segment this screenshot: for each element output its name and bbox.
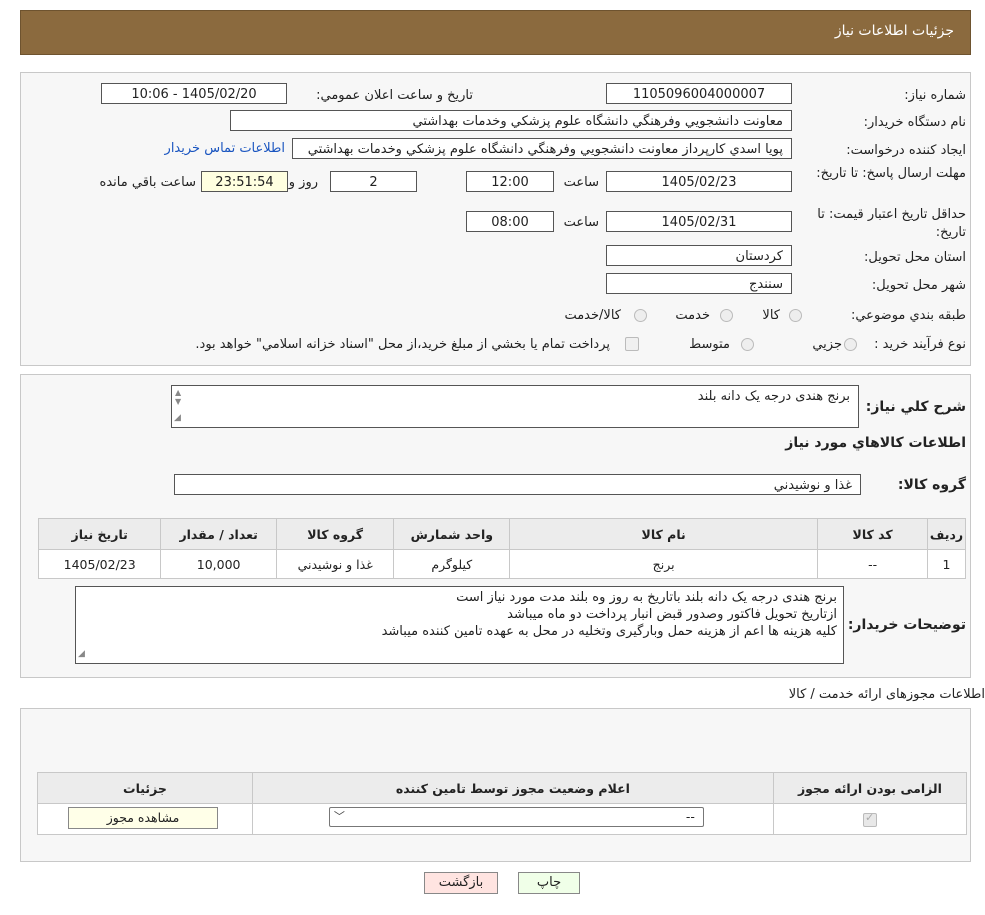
deadline-label: مهلت ارسال پاسخ: تا تاريخ: <box>816 166 966 181</box>
col-name: نام كالا <box>509 518 819 550</box>
province-label: استان محل تحويل: <box>864 250 966 265</box>
need-number-field: 1105096004000007 <box>606 83 792 104</box>
process-label: نوع فرآيند خريد : <box>874 337 966 352</box>
days-field: 2 <box>330 171 417 192</box>
buyer-notes-label: توضيحات خريدار: <box>847 617 966 633</box>
chevron-down-icon: ﹀ <box>333 810 345 823</box>
validity-time-field: 08:00 <box>466 211 554 232</box>
validity-date-field: 1405/02/31 <box>606 211 792 232</box>
col-permit-details: جزئیات <box>37 772 253 804</box>
check-icon: ✓ <box>864 810 875 824</box>
cell-code: -- <box>817 549 929 579</box>
cell-quantity: 10,000 <box>160 549 277 579</box>
goods-section-title: اطلاعات كالاهاي مورد نياز <box>785 435 966 451</box>
creator-field: پويا اسدي كارپرداز معاونت دانشجويي وفرهن… <box>292 138 792 159</box>
creator-label: ايجاد كننده درخواست: <box>846 143 966 158</box>
city-field: سنندج <box>606 273 792 294</box>
category-radio-goods[interactable] <box>789 309 802 322</box>
table-row: 1 -- برنج كيلوگرم غذا و نوشيدني 10,000 1… <box>37 549 966 579</box>
goods-group-label: گروه كالا: <box>897 477 966 493</box>
deadline-time-field: 12:00 <box>466 171 554 192</box>
city-label: شهر محل تحويل: <box>871 278 966 293</box>
scroll-arrows-icon[interactable]: ▲ ▼ <box>175 388 181 406</box>
category-label: طبقه بندي موضوعي: <box>850 308 966 323</box>
view-permit-button[interactable]: مشاهده مجوز <box>68 807 218 829</box>
back-button[interactable]: بازگشت <box>424 872 498 894</box>
days-label: روز و <box>288 175 318 190</box>
buyer-label: نام دستگاه خريدار: <box>863 115 966 130</box>
buyer-contact-link[interactable]: اطلاعات تماس خريدار <box>165 141 285 156</box>
cell-group: غذا و نوشيدني <box>275 549 395 579</box>
col-row: رديف <box>927 518 966 550</box>
remaining-time-field: 23:51:54 <box>201 171 288 192</box>
goods-group-field: غذا و نوشيدني <box>174 474 861 495</box>
permit-status-select[interactable]: -- ﹀ <box>328 807 704 827</box>
permits-table-header: الزامی بودن ارائه مجوز اعلام وضعیت مجوز … <box>37 772 968 804</box>
table-row: ✓ -- ﹀ مشاهده مجوز <box>37 803 968 835</box>
treasury-checkbox[interactable] <box>625 337 639 351</box>
process-option-minor: جزيي <box>812 337 842 352</box>
process-radio-minor[interactable] <box>844 338 857 351</box>
goods-table-header: رديف كد كالا نام كالا واحد شمارش گروه كا… <box>37 518 966 550</box>
category-radio-goods-service[interactable] <box>634 309 647 322</box>
province-field: كردستان <box>606 245 792 266</box>
need-number-label: شماره نياز: <box>904 88 966 103</box>
buyer-notes-textarea[interactable]: برنج هندی درجه یک دانه بلند باتاریخ به ر… <box>75 586 844 664</box>
col-date: تاريخ نياز <box>37 518 162 550</box>
page-header: جزئيات اطلاعات نياز <box>20 10 971 55</box>
category-option-service: خدمت <box>675 308 710 323</box>
cell-permit-required: ✓ <box>772 803 968 835</box>
deadline-date-field: 1405/02/23 <box>606 171 792 192</box>
deadline-time-label: ساعت <box>563 175 599 190</box>
permits-table: الزامی بودن ارائه مجوز اعلام وضعیت مجوز … <box>37 772 968 835</box>
permits-title: اطلاعات مجوزهای ارائه خدمت / کالا <box>788 687 985 702</box>
category-radio-service[interactable] <box>720 309 733 322</box>
col-permit-required: الزامی بودن ارائه مجوز <box>772 772 968 804</box>
remaining-label: ساعت باقي مانده <box>99 175 196 190</box>
page-title: جزئيات اطلاعات نياز <box>834 23 954 39</box>
announce-label: تاريخ و ساعت اعلان عمومي: <box>316 88 473 103</box>
buyer-note-line-2: ازتاریخ تحویل فاکتور وصدور قبض انبار پرد… <box>507 607 837 622</box>
cell-date: 1405/02/23 <box>37 549 162 579</box>
announce-datetime-field: 1405/02/20 - 10:06 <box>101 83 287 104</box>
category-option-goods: كالا <box>762 308 780 323</box>
category-option-goods-service: كالا/خدمت <box>564 308 621 323</box>
goods-table: رديف كد كالا نام كالا واحد شمارش گروه كا… <box>37 518 966 579</box>
validity-label: حداقل تاريخ اعتبار قيمت: تا تاريخ: <box>817 207 966 240</box>
buyer-field: معاونت دانشجويي وفرهنگي دانشگاه علوم پزش… <box>230 110 792 131</box>
cell-unit: كيلوگرم <box>393 549 511 579</box>
process-option-medium: متوسط <box>689 337 730 352</box>
process-radio-medium[interactable] <box>741 338 754 351</box>
col-unit: واحد شمارش <box>393 518 511 550</box>
buyer-note-line-3: کلیه هزینه ها اعم از هزینه حمل وبارگیری … <box>381 624 837 639</box>
process-note: پرداخت تمام يا بخشي از مبلغ خريد،از محل … <box>195 337 610 352</box>
col-permit-status: اعلام وضعیت مجوز توسط تامین کننده <box>251 772 774 804</box>
col-quantity: تعداد / مقدار <box>160 518 277 550</box>
description-text: برنج هندی درجه یک دانه بلند <box>697 389 850 404</box>
resize-handle-icon[interactable]: ◢ <box>174 410 181 427</box>
permit-status-select-value: -- <box>685 809 695 824</box>
col-group: گروه كالا <box>275 518 395 550</box>
buyer-note-line-1: برنج هندی درجه یک دانه بلند باتاریخ به ر… <box>456 590 837 605</box>
desc-label: شرح كلي نياز: <box>865 399 966 415</box>
col-code: كد كالا <box>817 518 929 550</box>
description-textarea[interactable]: برنج هندی درجه یک دانه بلند ▲ ▼ ◢ <box>171 385 859 428</box>
resize-handle-icon[interactable]: ◢ <box>78 646 85 663</box>
validity-time-label: ساعت <box>563 215 599 230</box>
print-button[interactable]: چاپ <box>518 872 580 894</box>
cell-permit-details: مشاهده مجوز <box>37 803 253 835</box>
cell-permit-status: -- ﹀ <box>251 803 774 835</box>
cell-name: برنج <box>509 549 819 579</box>
permit-required-checkbox[interactable]: ✓ <box>862 810 877 827</box>
cell-row: 1 <box>927 549 966 579</box>
